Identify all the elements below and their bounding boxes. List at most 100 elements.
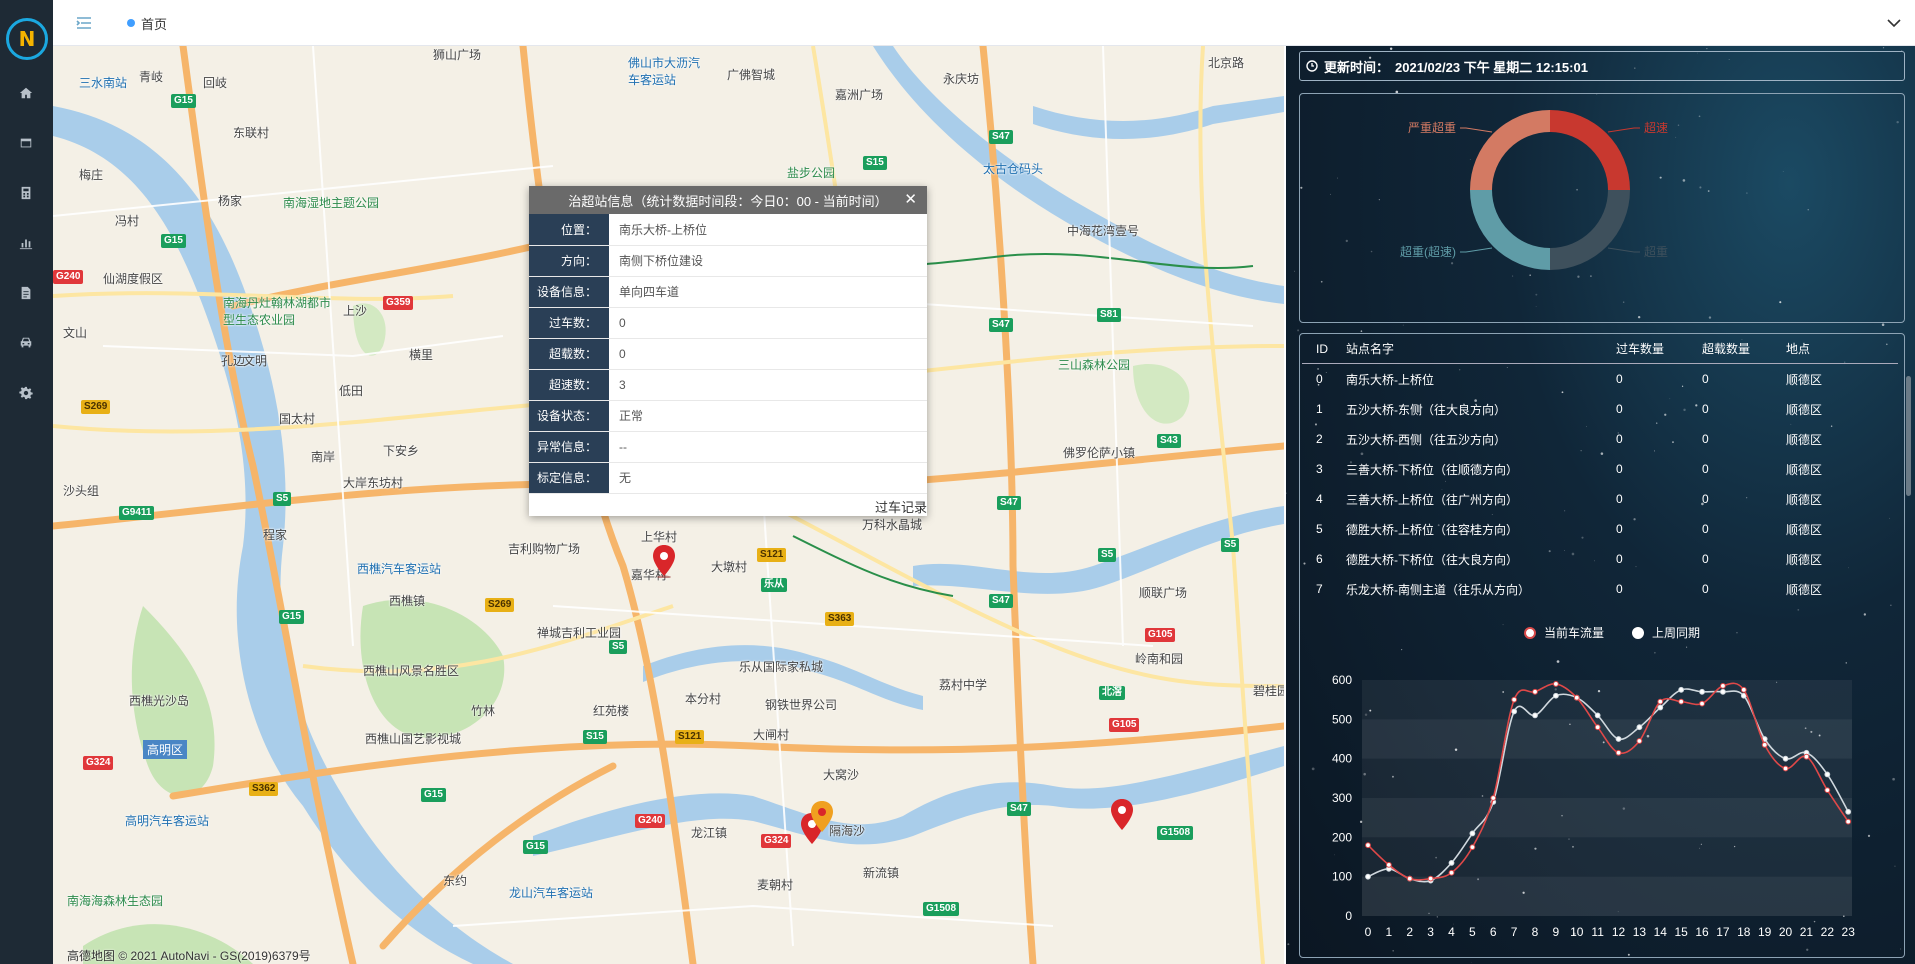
x-tick-label: 17 <box>1716 925 1730 939</box>
bar-chart-icon[interactable] <box>13 230 39 256</box>
series-point[interactable] <box>1406 875 1413 882</box>
series-point[interactable] <box>1385 861 1392 868</box>
gear-icon[interactable] <box>13 380 39 406</box>
series-point[interactable] <box>1490 795 1497 801</box>
document-icon[interactable] <box>13 280 39 306</box>
app-logo[interactable]: N <box>6 18 48 60</box>
series-point[interactable] <box>1532 688 1538 695</box>
series-point[interactable] <box>1824 771 1831 778</box>
chevron-down-icon[interactable] <box>1883 12 1905 34</box>
table-cell: 顺德区 <box>1786 522 1823 537</box>
series-point[interactable] <box>1657 704 1664 711</box>
station-marker[interactable] <box>651 544 677 578</box>
series-point[interactable] <box>1824 787 1831 794</box>
road-shield: S362 <box>249 782 279 796</box>
table-row[interactable]: 6 德胜大桥-下桥位（往大良方向） 0 0 顺德区 <box>1302 544 1898 574</box>
series-point[interactable] <box>1615 749 1622 756</box>
home-icon[interactable] <box>13 80 39 106</box>
series-point[interactable] <box>1594 724 1601 731</box>
series-point[interactable] <box>1845 808 1852 815</box>
series-point[interactable] <box>1782 765 1789 772</box>
series-point[interactable] <box>1761 742 1768 748</box>
table-cell: 0 <box>1702 522 1709 536</box>
table-row[interactable]: 2 五沙大桥-西侧（往五沙方向） 0 0 顺德区 <box>1302 424 1898 454</box>
series-point[interactable] <box>1448 860 1455 866</box>
donut-slice[interactable] <box>1550 190 1630 270</box>
map-place-label: 西樵汽车客运站 <box>357 562 442 576</box>
series-point[interactable] <box>1469 844 1476 851</box>
table-row[interactable]: 1 五沙大桥-东侧（往大良方向） 0 0 顺德区 <box>1302 394 1898 424</box>
window-icon[interactable] <box>13 130 39 156</box>
tab-home[interactable]: 首页 <box>113 8 181 38</box>
series-point[interactable] <box>1782 755 1789 762</box>
series-point[interactable] <box>1615 736 1622 742</box>
series-point[interactable] <box>1845 818 1852 825</box>
series-point[interactable] <box>1636 724 1643 731</box>
map-place-label: 钢铁世界公司 <box>765 698 838 712</box>
series-point[interactable] <box>1720 683 1726 689</box>
table-row[interactable]: 0 南乐大桥-上桥位 0 0 顺德区 <box>1302 364 1898 394</box>
series-point[interactable] <box>1365 873 1371 880</box>
series-point[interactable] <box>1469 830 1476 837</box>
series-point[interactable] <box>1720 688 1726 695</box>
car-icon[interactable] <box>13 330 39 356</box>
table-cell: 0 <box>1616 402 1623 416</box>
legend-item-current[interactable]: 当前车流量 <box>1524 624 1604 641</box>
map-place-label: 大闸村 <box>753 728 790 742</box>
series-point[interactable] <box>1427 875 1434 882</box>
popup-row-key: 过车数： <box>529 307 609 339</box>
donut-label: 超速 <box>1644 120 1668 135</box>
calculator-icon[interactable] <box>13 180 39 206</box>
series-point[interactable] <box>1448 869 1455 876</box>
series-point[interactable] <box>1553 692 1559 699</box>
series-point[interactable] <box>1532 712 1538 719</box>
close-icon[interactable]: ✕ <box>904 190 917 208</box>
series-point[interactable] <box>1511 708 1518 715</box>
road-shield: S5 <box>1221 538 1240 552</box>
map-place-label: 国太村 <box>279 412 316 426</box>
map-place-label: 三水南站 <box>79 76 128 90</box>
table-row[interactable]: 7 乐龙大桥-南侧主道（往乐从方向） 0 0 顺德区 <box>1302 574 1898 604</box>
series-point[interactable] <box>1636 738 1643 744</box>
map-place-label: 西樵光沙岛 <box>129 694 190 708</box>
road-shield: G324 <box>83 756 114 770</box>
legend-item-last-week[interactable]: 上周同期 <box>1632 624 1700 641</box>
series-point[interactable] <box>1740 686 1747 693</box>
x-tick-label: 13 <box>1633 925 1647 939</box>
road-shield: S15 <box>583 730 607 744</box>
donut-slice[interactable] <box>1550 110 1630 190</box>
menu-toggle-icon[interactable] <box>75 14 93 32</box>
table-row[interactable]: 4 三善大桥-上桥位（往广州方向） 0 0 顺德区 <box>1302 484 1898 514</box>
map-place-label: 顺联广场 <box>1139 586 1188 600</box>
map-view[interactable]: 狮山广场 佛山市大沥汽车客运站 广佛智城 嘉洲广场 永庆坊 北京路 三水南站 青岐 回岐 南海湿地… <box>53 46 1284 964</box>
map-place-label: 大墩村 <box>711 560 748 574</box>
table-row[interactable]: 5 德胜大桥-上桥位（往容桂方向） 0 0 顺德区 <box>1302 514 1898 544</box>
popup-row: 超载数： 0 <box>529 338 927 370</box>
series-point[interactable] <box>1594 712 1601 719</box>
series-point[interactable] <box>1803 753 1810 760</box>
popup-row: 过车数： 0 <box>529 307 927 339</box>
station-marker-selected[interactable] <box>809 800 835 834</box>
series-point[interactable] <box>1573 694 1580 701</box>
series-point[interactable] <box>1699 688 1705 695</box>
donut-slice[interactable] <box>1470 190 1550 270</box>
map-place-label: 横里 <box>409 348 434 362</box>
station-marker[interactable] <box>1109 798 1135 832</box>
road-shield: G240 <box>635 814 666 828</box>
map-place-label: 南岸 <box>311 450 336 464</box>
series-point[interactable] <box>1511 696 1518 703</box>
series-point[interactable] <box>1678 698 1685 705</box>
vehicle-records-link[interactable]: 过车记录 <box>875 497 927 516</box>
road-shield: S269 <box>485 598 515 612</box>
table-row[interactable]: 3 三善大桥-下桥位（往顺德方向） 0 0 顺德区 <box>1302 454 1898 484</box>
series-point[interactable] <box>1365 842 1371 849</box>
table-cell: 0 <box>1616 552 1623 566</box>
series-point[interactable] <box>1678 686 1685 693</box>
series-point[interactable] <box>1553 681 1559 687</box>
road-shield: G240 <box>53 270 84 284</box>
donut-slice[interactable] <box>1470 110 1550 190</box>
series-point[interactable] <box>1699 700 1705 707</box>
map-place-label: 吉利购物广场 <box>508 542 581 556</box>
table-scrollbar[interactable] <box>1906 376 1911 496</box>
series-point[interactable] <box>1657 698 1664 705</box>
